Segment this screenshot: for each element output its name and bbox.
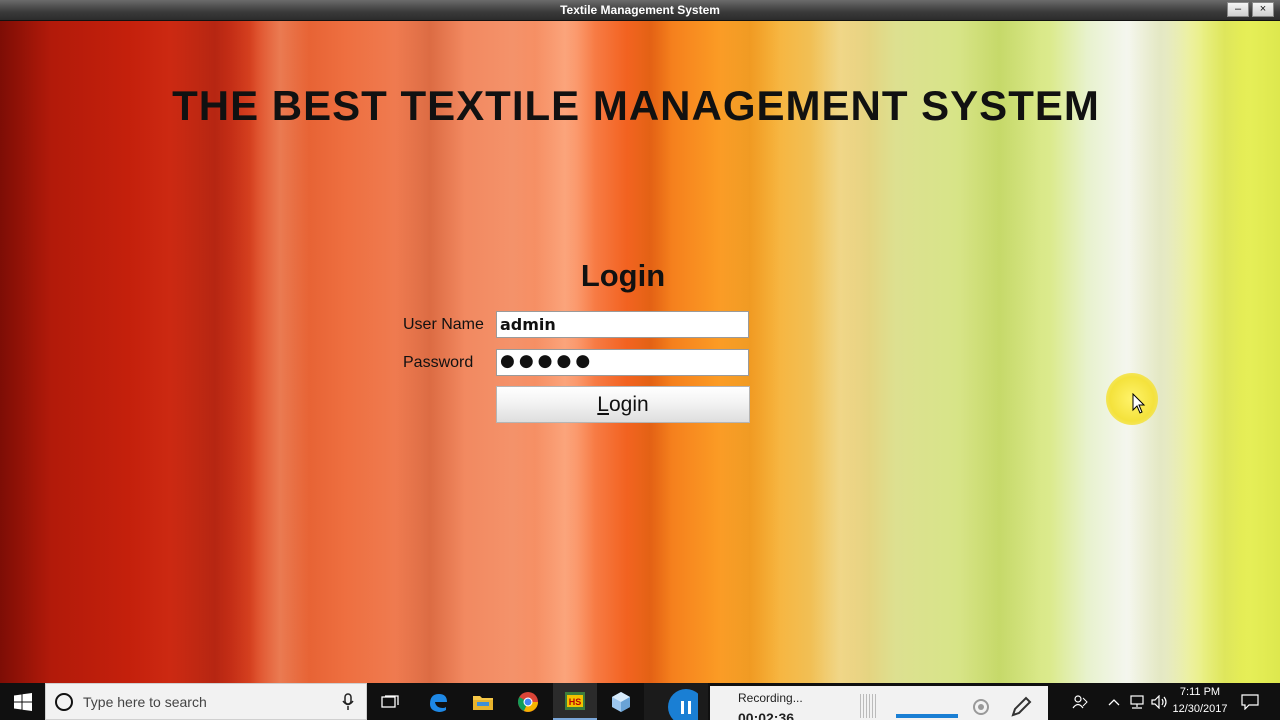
file-explorer-icon[interactable] (463, 683, 503, 720)
windows-start-icon[interactable] (0, 683, 45, 720)
webcam-icon[interactable] (972, 698, 990, 716)
recorder-control[interactable] (644, 683, 708, 720)
cortana-circle-icon (55, 693, 73, 711)
window-title-bar: Textile Management System – × (0, 0, 1280, 21)
close-button[interactable]: × (1252, 2, 1274, 17)
login-button-label: ogin (608, 393, 649, 416)
login-button-mnemonic: L (597, 393, 609, 416)
people-icon[interactable] (1068, 683, 1092, 720)
microphone-icon[interactable] (342, 693, 354, 711)
edge-icon[interactable] (418, 683, 458, 720)
login-button[interactable]: Login (496, 386, 750, 423)
main-title: THE BEST TEXTILE MANAGEMENT SYSTEM (172, 82, 1100, 129)
taskbar-search-box[interactable]: Type here to search (45, 683, 367, 720)
recording-panel: Recording... 00:02:36 (710, 686, 1048, 720)
pen-icon[interactable] (1010, 696, 1032, 718)
username-field[interactable]: admin (496, 311, 749, 338)
username-label: User Name (403, 316, 484, 333)
pause-recording-icon[interactable] (654, 683, 698, 720)
chrome-icon[interactable] (508, 683, 548, 720)
window-title: Textile Management System (560, 3, 720, 17)
notification-icon[interactable] (1236, 683, 1264, 720)
recording-time: 00:02:36 (738, 710, 795, 720)
chevron-up-icon[interactable] (1104, 683, 1124, 720)
recording-progress (896, 714, 958, 718)
recording-label: Recording... (738, 691, 803, 705)
search-placeholder: Type here to search (83, 694, 207, 710)
network-icon[interactable] (1126, 683, 1148, 720)
password-label: Password (403, 354, 474, 371)
hs-app-icon[interactable]: HS (553, 683, 597, 720)
audio-level-meter (860, 694, 878, 718)
login-heading: Login (580, 258, 666, 293)
password-field[interactable]: ●●●●● (496, 349, 749, 376)
task-view-icon[interactable] (370, 683, 410, 720)
clock-date[interactable]: 12/30/2017 (1165, 703, 1235, 715)
svg-text:HS: HS (569, 697, 582, 707)
mouse-cursor-icon (1132, 393, 1146, 414)
clock-time[interactable]: 7:11 PM (1165, 686, 1235, 698)
cube-app-icon[interactable] (600, 683, 642, 720)
minimize-button[interactable]: – (1227, 2, 1249, 17)
